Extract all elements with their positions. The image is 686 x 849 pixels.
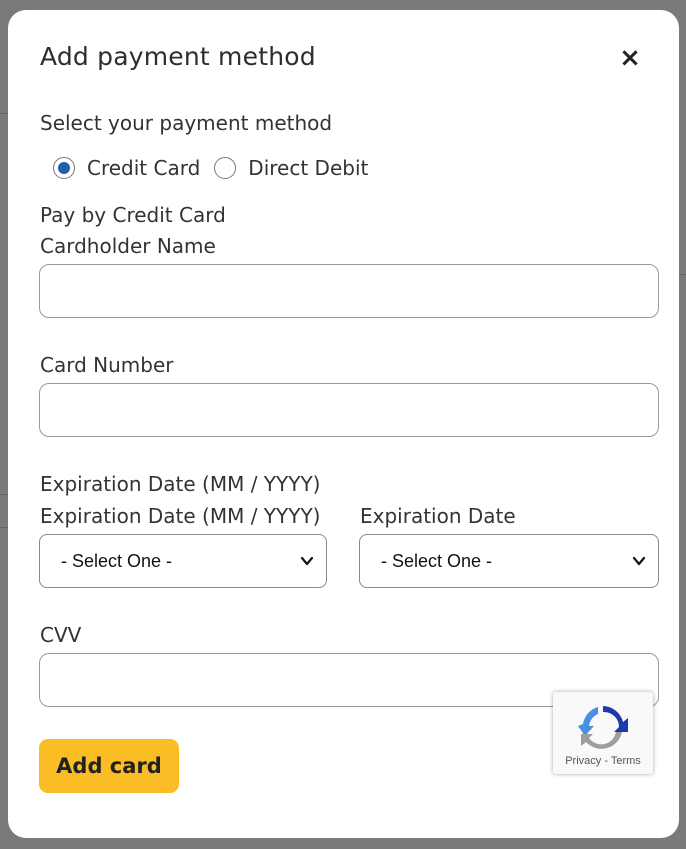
recaptcha-badge[interactable]: Privacy - Terms	[553, 692, 653, 774]
expiration-month-label: Expiration Date (MM / YYYY)	[40, 504, 321, 528]
radio-credit-card[interactable]	[53, 157, 75, 179]
background-divider	[679, 274, 686, 275]
expiration-date-heading: Expiration Date (MM / YYYY)	[40, 472, 321, 496]
cvv-label: CVV	[40, 623, 82, 647]
background-divider	[0, 494, 8, 495]
dialog-title: Add payment method	[40, 42, 316, 71]
pay-by-label: Pay by Credit Card	[40, 203, 226, 227]
card-number-label: Card Number	[40, 353, 174, 377]
radio-label-direct-debit: Direct Debit	[248, 156, 369, 180]
year-select-value: - Select One -	[381, 550, 493, 571]
close-icon[interactable]: ×	[616, 44, 644, 72]
card-number-input[interactable]	[39, 383, 659, 437]
recaptcha-icon	[578, 706, 628, 749]
background-divider	[0, 527, 8, 528]
cardholder-name-label: Cardholder Name	[40, 234, 216, 258]
radio-label-credit-card: Credit Card	[87, 156, 201, 180]
background-divider	[0, 113, 8, 114]
link-separator: -	[604, 755, 608, 767]
add-card-button[interactable]: Add card	[39, 739, 179, 793]
radio-direct-debit[interactable]	[214, 157, 237, 179]
payment-method-label: Select your payment method	[40, 111, 333, 135]
expiration-year-select[interactable]: - Select One -	[359, 534, 659, 588]
expiration-year-label: Expiration Date	[360, 504, 516, 528]
payment-method-radio-group: Credit Card Direct Debit	[53, 156, 382, 180]
recaptcha-links: Privacy - Terms	[553, 755, 653, 767]
radio-option-credit-card[interactable]: Credit Card	[53, 156, 200, 180]
chevron-down-icon	[300, 556, 314, 566]
chevron-down-icon	[632, 556, 646, 566]
radio-option-direct-debit[interactable]: Direct Debit	[214, 156, 368, 180]
terms-link[interactable]: Terms	[611, 755, 641, 767]
month-select-value: - Select One -	[61, 550, 173, 571]
cardholder-name-input[interactable]	[39, 264, 659, 318]
expiration-month-select[interactable]: - Select One -	[39, 534, 327, 588]
privacy-link[interactable]: Privacy	[565, 755, 601, 767]
add-payment-dialog: Add payment method × Select your payment…	[8, 10, 679, 838]
radio-selected-dot	[58, 162, 70, 174]
